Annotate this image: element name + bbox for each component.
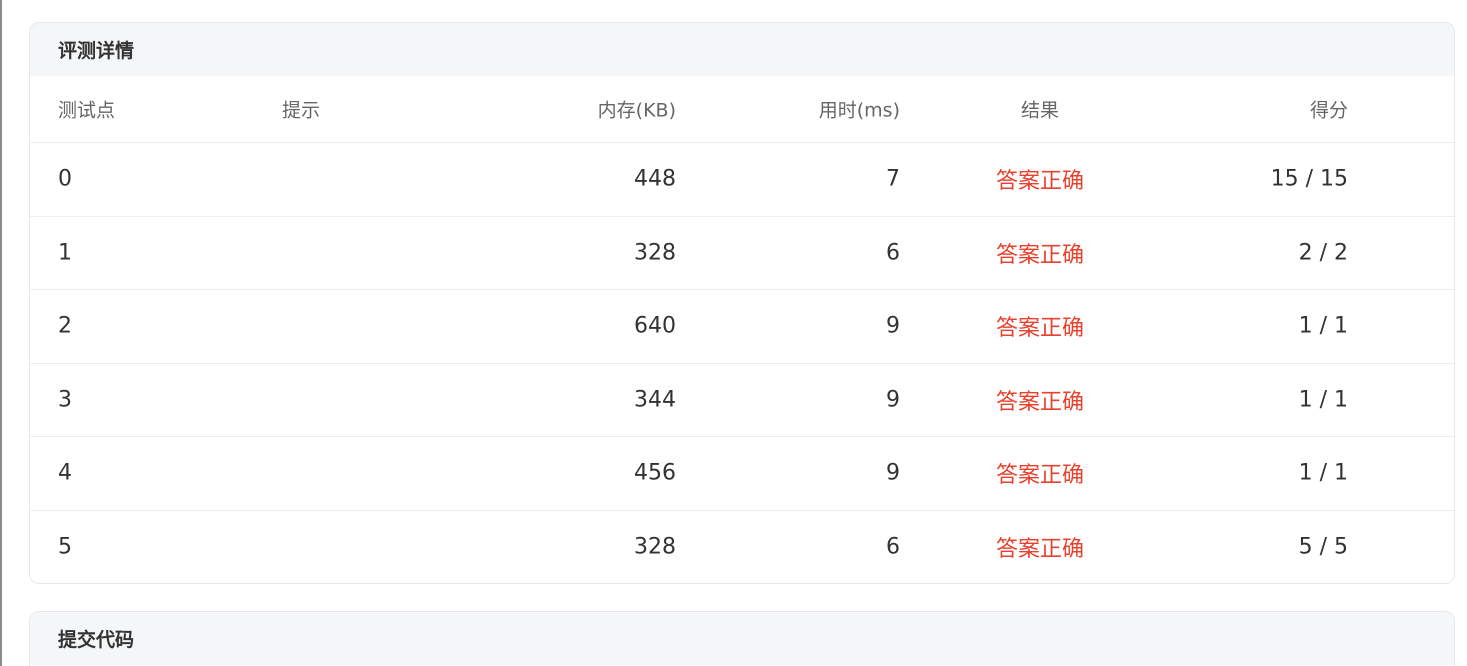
testcase-memory: 328	[634, 240, 676, 266]
testcase-result: 答案正确	[995, 169, 1084, 195]
testcase-time: 9	[886, 387, 900, 413]
testcase-memory: 640	[634, 313, 676, 339]
testcase-time: 6	[886, 240, 900, 266]
page: 评测详情 测试点 提示 内存(KB) 用时(ms) 结果 得分 0 448 7 …	[0, 0, 1467, 666]
testcase-result: 答案正确	[995, 316, 1084, 342]
table-row: 2 640 9 答案正确 1 / 1	[30, 290, 1454, 364]
testcase-time: 9	[886, 313, 900, 339]
testcase-score: 15 / 15	[1270, 166, 1348, 192]
testcase-score: 1 / 1	[1298, 460, 1348, 486]
column-header-hint: 提示	[282, 99, 321, 122]
submitted-code-title: 提交代码	[30, 612, 1454, 665]
column-header-result: 结果	[1020, 99, 1059, 122]
testcase-result: 答案正确	[995, 389, 1084, 415]
testcase-id: 1	[58, 240, 72, 266]
testcase-result: 答案正确	[995, 537, 1084, 563]
testcase-time: 9	[886, 460, 900, 486]
column-header-memory: 内存(KB)	[597, 99, 676, 122]
table-row: 5 328 6 答案正确 5 / 5	[30, 511, 1454, 584]
testcase-id: 5	[58, 534, 72, 560]
testcase-id: 4	[58, 460, 72, 486]
table-row: 3 344 9 答案正确 1 / 1	[30, 364, 1454, 437]
testcase-memory: 344	[634, 387, 676, 413]
table-row: 0 448 7 答案正确 15 / 15	[30, 143, 1454, 217]
testcase-score: 1 / 1	[1298, 387, 1348, 413]
table-row: 4 456 9 答案正确 1 / 1	[30, 437, 1454, 511]
submitted-code-card: 提交代码	[29, 611, 1455, 666]
table-header-row: 测试点 提示 内存(KB) 用时(ms) 结果 得分	[30, 76, 1454, 143]
testcase-memory: 456	[634, 460, 676, 486]
testcase-time: 7	[886, 166, 900, 192]
judge-details-table: 测试点 提示 内存(KB) 用时(ms) 结果 得分 0 448 7 答案正确 …	[30, 76, 1454, 584]
testcase-result: 答案正确	[995, 242, 1084, 268]
testcase-memory: 328	[634, 534, 676, 560]
testcase-id: 3	[58, 387, 72, 413]
testcase-score: 1 / 1	[1298, 313, 1348, 339]
testcase-id: 2	[58, 313, 72, 339]
column-header-testcase: 测试点	[58, 99, 116, 122]
column-header-score: 得分	[1309, 99, 1348, 122]
testcase-time: 6	[886, 534, 900, 560]
testcase-score: 5 / 5	[1298, 534, 1348, 560]
judge-details-card: 评测详情 测试点 提示 内存(KB) 用时(ms) 结果 得分 0 448 7 …	[29, 22, 1455, 584]
judge-details-title: 评测详情	[30, 23, 1454, 76]
testcase-score: 2 / 2	[1298, 240, 1348, 266]
table-row: 1 328 6 答案正确 2 / 2	[30, 217, 1454, 290]
testcase-id: 0	[58, 166, 72, 192]
column-header-time: 用时(ms)	[818, 99, 900, 122]
testcase-result: 答案正确	[995, 463, 1084, 489]
testcase-memory: 448	[634, 166, 676, 192]
